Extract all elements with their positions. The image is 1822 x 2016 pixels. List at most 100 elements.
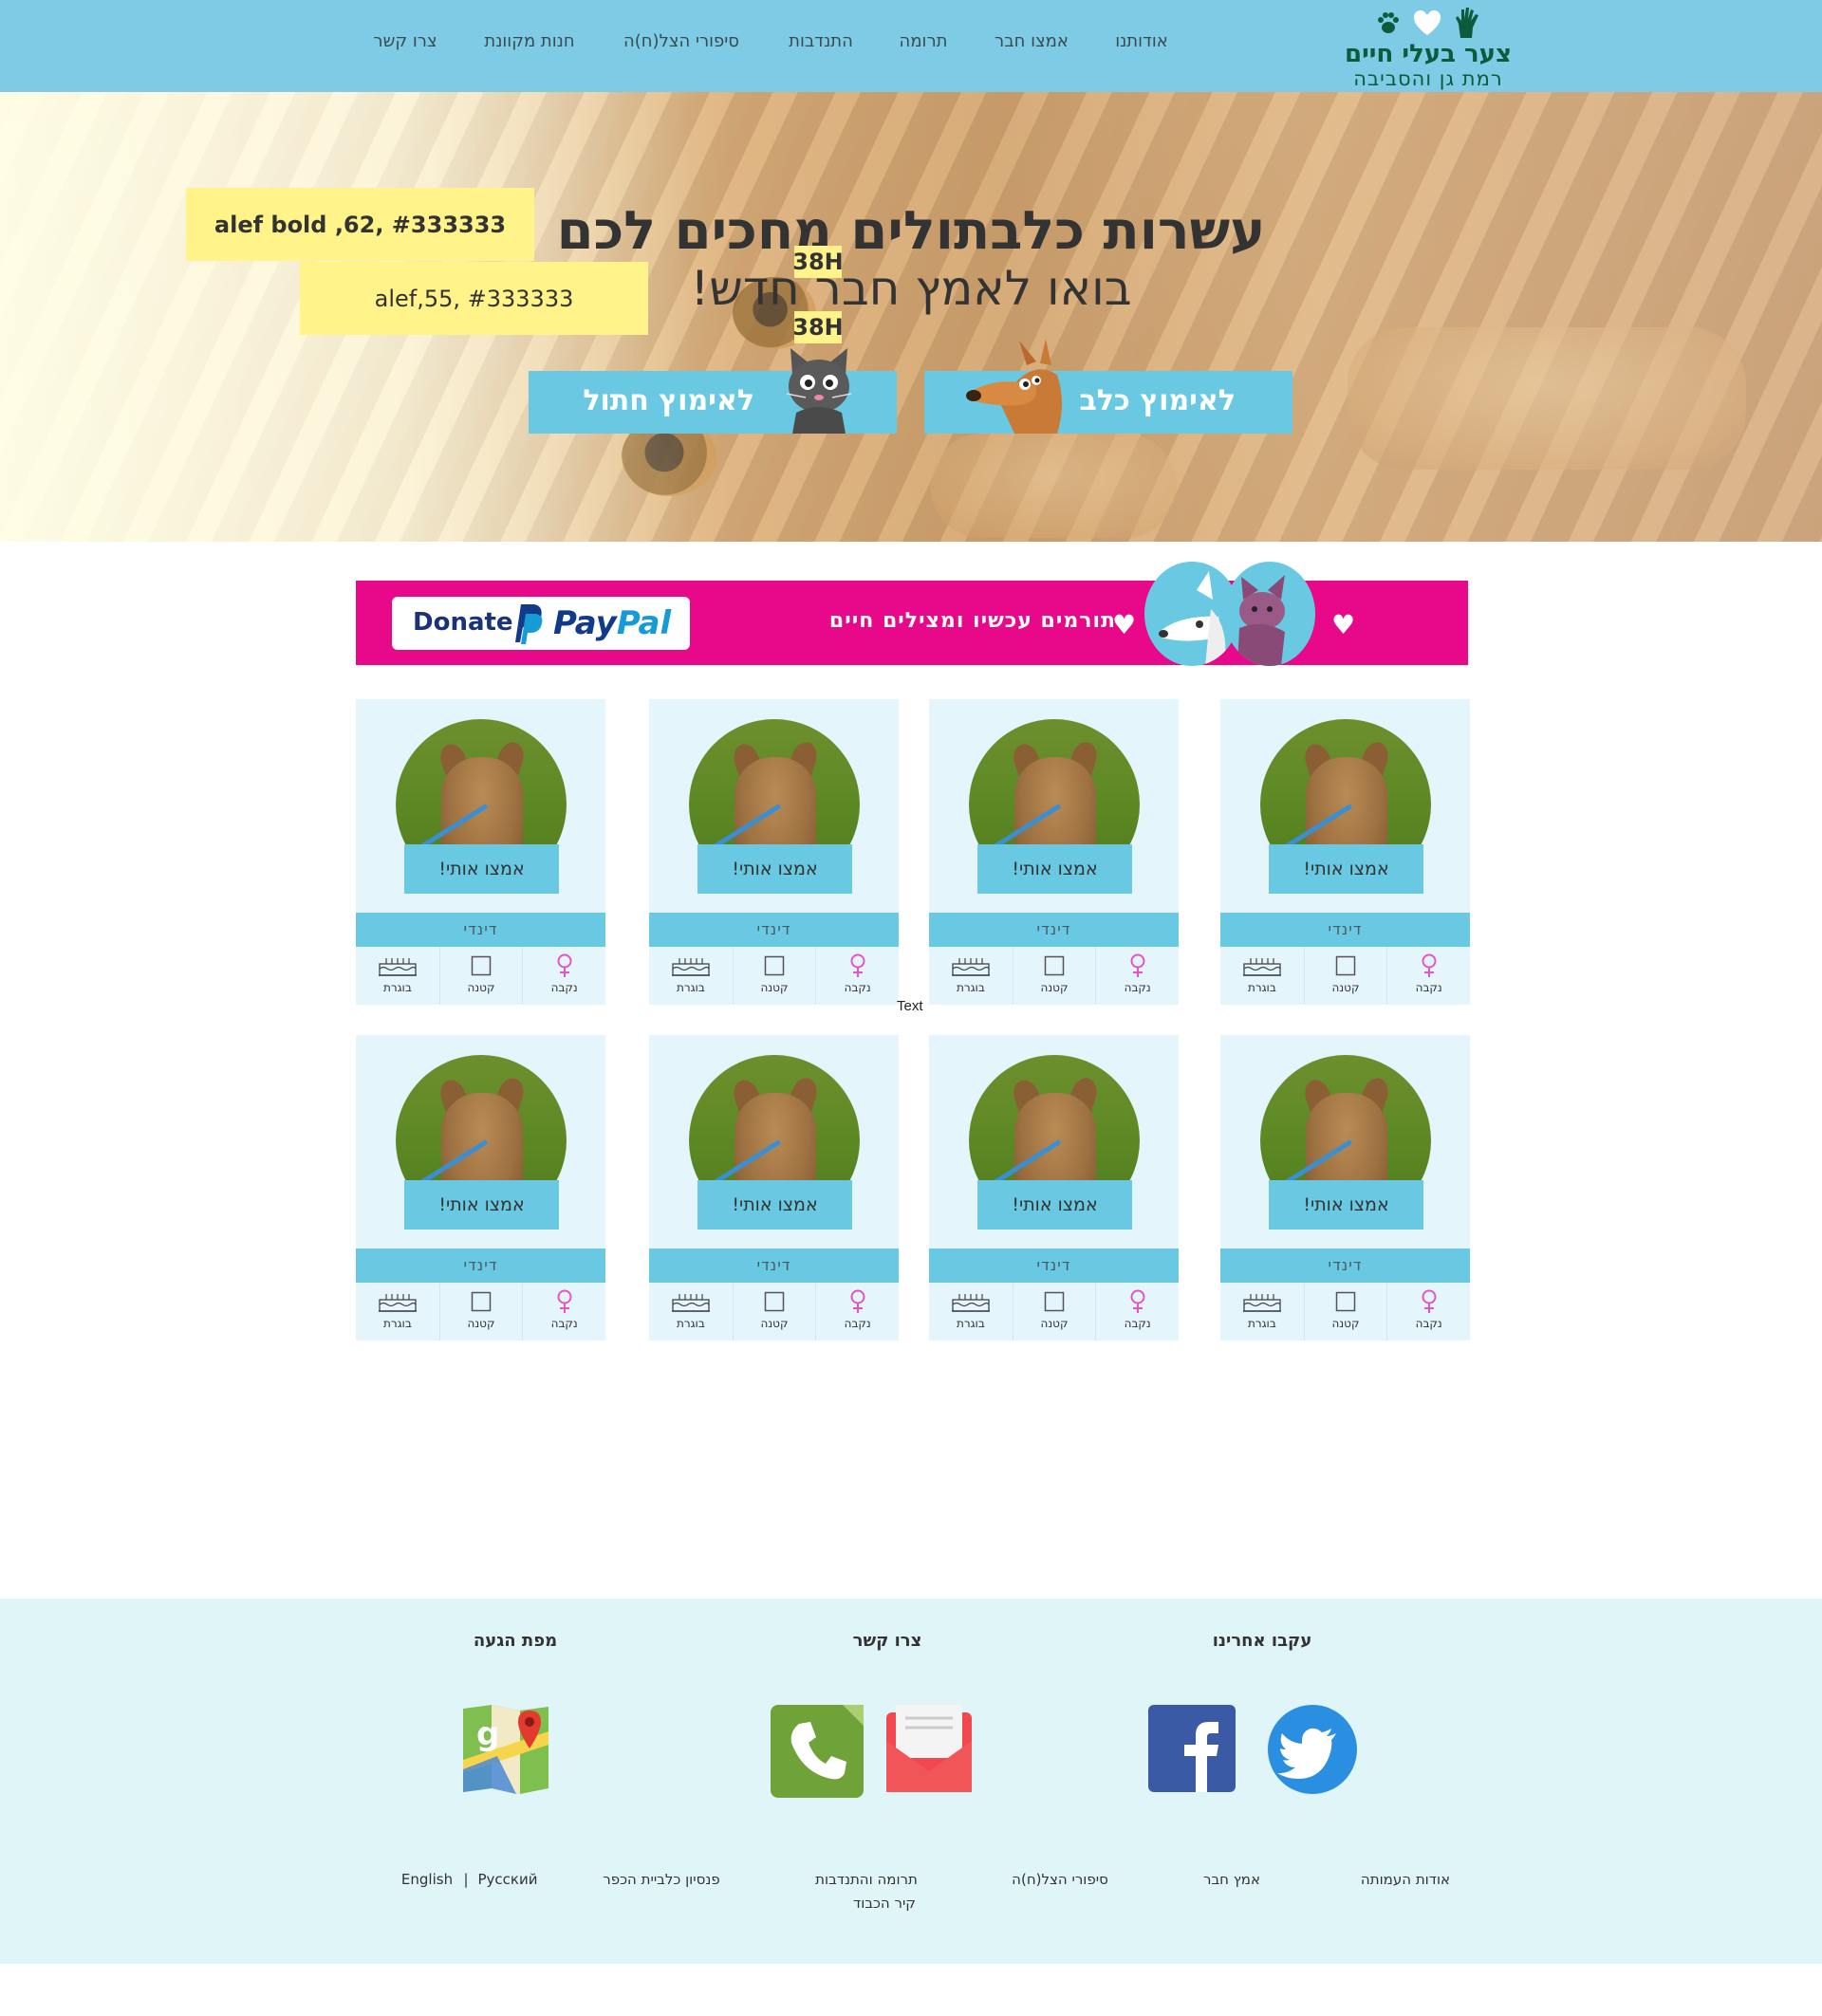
pet-attributes: נקבה קטנה בוגרת <box>649 947 899 1005</box>
pet-name: דינדי <box>929 1248 1179 1283</box>
language-english[interactable]: English <box>401 1871 453 1888</box>
nav-online-shop[interactable]: חנות מקוונת <box>484 31 574 51</box>
pet-name: דינדי <box>356 1248 605 1283</box>
cat-circle <box>1224 562 1315 666</box>
language-separator: | <box>463 1871 469 1888</box>
paw-icon <box>1378 12 1399 33</box>
nav-donation[interactable]: תרומה <box>900 31 948 51</box>
spacing-tag: 38H <box>792 246 844 278</box>
pet-gender-label: נקבה <box>1124 1317 1151 1330</box>
pet-size-label: קטנה <box>1331 1317 1360 1330</box>
nav-volunteer[interactable]: התנדבות <box>789 31 853 51</box>
pet-age: בוגרת <box>356 1283 439 1341</box>
language-russian[interactable]: Русский <box>478 1871 538 1888</box>
pet-size-label: קטנה <box>760 1317 789 1330</box>
google-maps-icon[interactable]: g <box>459 1703 552 1796</box>
square-icon <box>440 953 523 978</box>
pet-age-label: בוגרת <box>382 981 412 994</box>
pet-size: קטנה <box>1303 1283 1387 1341</box>
adopt-me-button[interactable]: אמצו אותי! <box>977 844 1132 894</box>
adopt-me-button[interactable]: אמצו אותי! <box>1269 844 1423 894</box>
adopt-me-button[interactable]: אמצו אותי! <box>404 1180 559 1230</box>
phone-icon[interactable] <box>769 1703 865 1800</box>
adopt-me-button[interactable]: אמצו אותי! <box>977 1180 1132 1230</box>
pet-size-label: קטנה <box>467 1317 495 1330</box>
pet-card[interactable]: אמצו אותי! דינדי נקבה קטנה בוגרת <box>356 699 605 1005</box>
nav-adopt[interactable]: אמצו חבר <box>995 31 1069 51</box>
pet-attributes: נקבה קטנה בוגרת <box>929 1283 1179 1341</box>
adopt-me-button[interactable]: אמצו אותי! <box>697 844 852 894</box>
pet-attributes: נקבה קטנה בוגרת <box>356 947 605 1005</box>
footer-contact-heading: צרו קשר <box>852 1631 922 1651</box>
female-symbol-icon <box>816 1289 899 1314</box>
facebook-icon[interactable] <box>1146 1703 1237 1794</box>
square-icon <box>1305 1289 1387 1314</box>
pet-card[interactable]: אמצו אותי! דינדי נקבה קטנה בוגרת <box>929 1035 1179 1341</box>
pet-gender: נקבה <box>1095 1283 1179 1341</box>
pet-size: קטנה <box>1012 947 1096 1005</box>
placeholder-text: Text <box>897 998 923 1014</box>
heart-icon <box>1414 10 1441 35</box>
pet-size-label: קטנה <box>1040 981 1069 994</box>
hero-banner: alef bold ,62, #333333 alef,55, #333333 … <box>0 92 1822 542</box>
nav-about[interactable]: אודותנו <box>1115 31 1168 51</box>
birthday-cake-icon <box>649 953 733 978</box>
female-symbol-icon <box>1387 1289 1470 1314</box>
pet-card[interactable]: אמצו אותי! דינדי נקבה קטנה בוגרת <box>356 1035 605 1341</box>
birthday-cake-icon <box>1220 953 1304 978</box>
female-symbol-icon <box>816 953 899 978</box>
birthday-cake-icon <box>356 1289 439 1314</box>
paypal-donate-button[interactable]: Donate PayPal <box>392 597 690 650</box>
donate-label: Donate <box>413 608 513 637</box>
nav-success-stories[interactable]: סיפורי הצל(ח)ה <box>623 31 739 51</box>
footer-link-donation-volunteer[interactable]: תרומה והתנדבות <box>815 1871 918 1888</box>
adopt-me-button[interactable]: אמצו אותי! <box>1269 1180 1423 1230</box>
female-symbol-icon <box>523 1289 605 1314</box>
adopt-cat-button[interactable]: לאימוץ חתול <box>529 348 897 434</box>
pet-card[interactable]: אמצו אותי! דינדי נקבה קטנה בוגרת <box>929 699 1179 1005</box>
twitter-icon[interactable] <box>1266 1703 1359 1796</box>
square-icon <box>734 1289 816 1314</box>
pet-size-label: קטנה <box>760 981 789 994</box>
footer-map-heading: מפת הגעה <box>473 1631 558 1651</box>
pet-gender: נקבה <box>1386 947 1470 1005</box>
pet-card[interactable]: אמצו אותי! דינדי נקבה קטנה בוגרת <box>649 1035 899 1341</box>
pet-attributes: נקבה קטנה בוגרת <box>649 1283 899 1341</box>
footer-link-kennel[interactable]: פנסיון כלביית הכפר <box>603 1871 719 1888</box>
email-icon[interactable] <box>883 1703 976 1796</box>
footer-link-success-stories[interactable]: סיפורי הצל(ח)ה <box>1012 1871 1108 1888</box>
birthday-cake-icon <box>1220 1289 1304 1314</box>
pet-age: בוגרת <box>1220 1283 1304 1341</box>
pet-age-label: בוגרת <box>1247 1317 1276 1330</box>
pet-age-label: בוגרת <box>956 981 985 994</box>
pet-size: קטנה <box>438 947 523 1005</box>
logo-icons <box>1338 6 1518 40</box>
pet-name: דינדי <box>1220 913 1470 947</box>
pet-gender-label: נקבה <box>1415 1317 1442 1330</box>
square-icon <box>734 953 816 978</box>
birthday-cake-icon <box>929 953 1013 978</box>
logo-title: צער בעלי חיים <box>1345 40 1512 68</box>
birthday-cake-icon <box>649 1289 733 1314</box>
pet-card[interactable]: אמצו אותי! דינדי נקבה קטנה בוגרת <box>1220 699 1470 1005</box>
adopt-me-button[interactable]: אמצו אותי! <box>404 844 559 894</box>
pet-name: דינדי <box>356 913 605 947</box>
pet-card[interactable]: אמצו אותי! דינדי נקבה קטנה בוגרת <box>649 699 899 1005</box>
paypal-pay: Pay <box>553 604 617 642</box>
site-logo[interactable]: צער בעלי חיים רמת גן והסביבה <box>1338 6 1518 89</box>
footer-link-adopt[interactable]: אמץ חבר <box>1203 1871 1260 1888</box>
pet-gender: נקבה <box>1386 1283 1470 1341</box>
adopt-me-button[interactable]: אמצו אותי! <box>697 1180 852 1230</box>
pet-age-label: בוגרת <box>676 1317 705 1330</box>
footer-link-honor-wall[interactable]: קיר הכבוד <box>853 1895 916 1912</box>
nav-contact[interactable]: צרו קשר <box>373 31 437 51</box>
cartoon-cat-icon <box>1237 575 1285 666</box>
female-symbol-icon <box>1387 953 1470 978</box>
pet-gender: נקבה <box>1095 947 1179 1005</box>
spacing-tag: 38H <box>792 311 844 343</box>
square-icon <box>1013 953 1096 978</box>
footer-link-about[interactable]: אודות העמותה <box>1361 1871 1450 1888</box>
adopt-dog-button[interactable]: לאימוץ כלב <box>924 339 1292 434</box>
donate-banner: Donate PayPal תורמים עכשיו ומצילים חיים … <box>356 562 1468 666</box>
pet-card[interactable]: אמצו אותי! דינדי נקבה קטנה בוגרת <box>1220 1035 1470 1341</box>
